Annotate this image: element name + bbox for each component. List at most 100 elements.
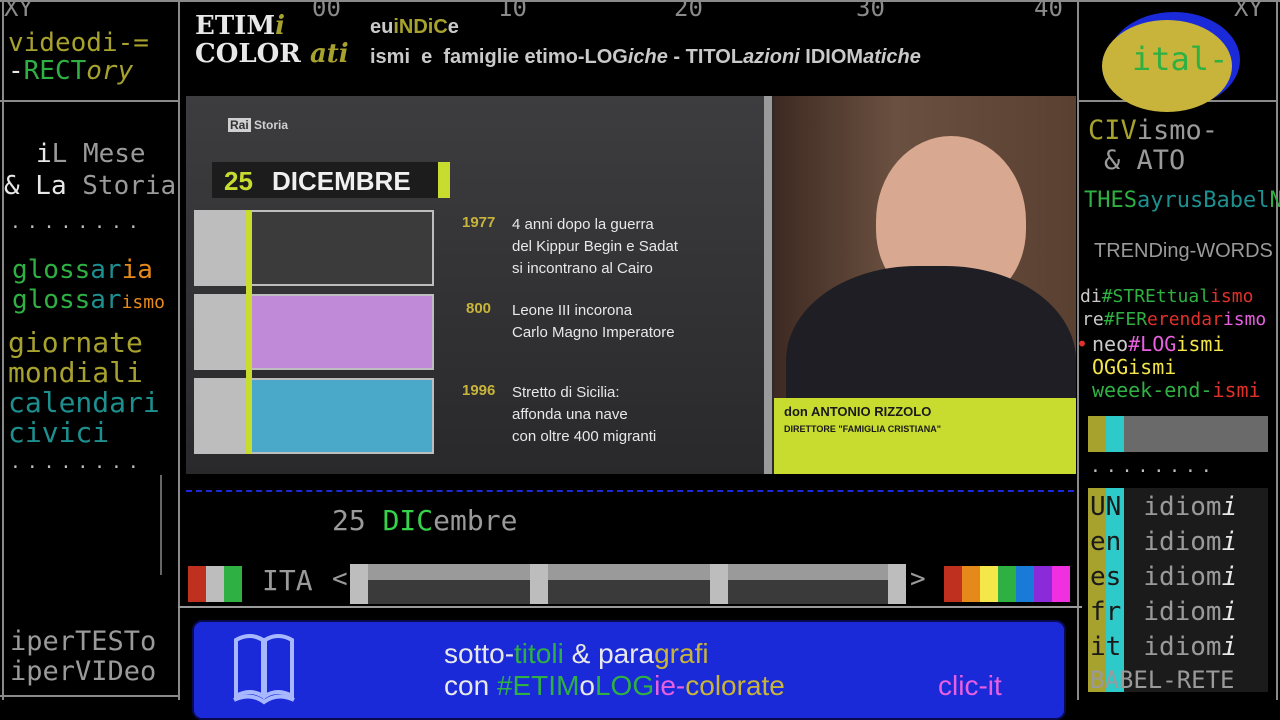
caption-text: DIC [382, 504, 434, 537]
glossarismo-link[interactable]: glossarismo [12, 285, 165, 315]
text-segment: colorate [685, 670, 785, 701]
video-frame[interactable]: Rai Storia 25 DICEMBRE 1977 4 anni dopo … [186, 96, 1076, 474]
ruler-mark: 20 [674, 0, 703, 22]
text-segment: Babel [1203, 188, 1270, 213]
thesaurus-link[interactable]: THESayrusBabelNet [1084, 188, 1280, 213]
videodirectory-link[interactable]: videodi-= -RECTory [8, 28, 149, 86]
text-segment: ismi [1212, 378, 1261, 402]
ital-badge[interactable]: ital- [1100, 10, 1240, 112]
idiom-item[interactable]: es idiomi [1090, 562, 1270, 596]
idiom-word: idiom [1143, 562, 1222, 592]
idiom-word: idiom [1143, 527, 1222, 557]
ipertesto-link[interactable]: iperTESTo [10, 626, 156, 657]
civismo-link[interactable]: CIVismo- & ATO [1088, 116, 1218, 176]
flag-white [206, 566, 224, 602]
subtitles-banner[interactable]: sotto-titoli & paragrafi con #ETIMoLOGie… [192, 620, 1066, 720]
mese-storia-link[interactable]: iL Mese & La Storia [4, 138, 176, 202]
event-text: Leone III incorona Carlo Magno Imperator… [512, 302, 675, 341]
clic-it-button[interactable]: clic-it [938, 670, 1002, 702]
text-segment: atiche [863, 46, 921, 68]
giornate-link[interactable]: giornate [8, 326, 143, 359]
thumb-accent [246, 210, 252, 454]
idiom-code: en [1090, 527, 1122, 557]
language-selector[interactable]: ITA [262, 564, 313, 597]
text-segment: di [1080, 286, 1102, 307]
euindice-link[interactable]: euiNDiCe [370, 16, 459, 39]
guest-role: DIRETTORE "FAMIGLIA CRISTIANA" [784, 424, 942, 434]
event-text: Stretto di Sicilia: affonda una nave con… [512, 384, 657, 445]
glossaria-link[interactable]: glossaria [12, 255, 153, 285]
idiom-item[interactable]: en idiomi [1090, 527, 1270, 561]
guest-name: don ANTONIO RIZZOLO [784, 404, 932, 419]
event-year: 800 [466, 300, 492, 317]
palette-cell [944, 566, 962, 602]
logo-text: ati [309, 39, 349, 69]
caption-text: 25 [332, 504, 383, 537]
text-segment: neo [1092, 332, 1129, 356]
channel-logo: Rai Storia [228, 118, 289, 132]
ruler-xy-left: XY [4, 0, 33, 22]
idiom-suffix: i [1221, 597, 1238, 627]
hashtag-item[interactable]: OGGismi [1092, 355, 1176, 379]
idiom-suffix: i [1221, 527, 1238, 557]
hashtag-item[interactable]: •di#STREttualismo [1064, 286, 1253, 307]
hashtag-item[interactable]: • neo#LOGismi [1076, 332, 1224, 356]
channel-name: Storia [250, 118, 289, 132]
idiom-item[interactable]: it idiomi [1090, 632, 1270, 666]
text-segment: weeek-end- [1092, 378, 1213, 402]
text-segment: iche [627, 46, 668, 68]
civici-link[interactable]: civici [8, 416, 109, 449]
date-day: 25 [224, 166, 253, 196]
idiom-code: fr [1090, 597, 1122, 627]
logo-text: COLOR [195, 39, 301, 69]
text-segment: - TITOL [667, 46, 744, 68]
timeline-marker [350, 564, 368, 604]
hashtag-item[interactable]: weeek-end-ismi [1092, 378, 1261, 402]
link-text: iNDiC [393, 16, 448, 38]
thumb-image [246, 212, 432, 284]
text-segment: Net [1269, 188, 1280, 213]
trending-words-link[interactable]: TRENDing-WORDS [1094, 240, 1273, 263]
mondiali-link[interactable]: mondiali [8, 356, 143, 389]
prev-button[interactable]: < [332, 564, 348, 594]
ipervideo-link[interactable]: iperVIDeo [10, 656, 156, 687]
calendari-link[interactable]: calendari [8, 386, 160, 419]
flag-green [224, 566, 242, 602]
thumb-image [246, 296, 432, 368]
idiom-word: idiom [1143, 492, 1222, 522]
link-text: eu [370, 16, 394, 38]
timeline-marker [888, 564, 906, 604]
text-segment: HES [1097, 188, 1137, 213]
link-text: i [36, 139, 52, 169]
idiom-item[interactable]: fr idiomi [1090, 597, 1270, 631]
link-text: ory [86, 56, 134, 86]
thumb-image [246, 380, 432, 452]
text-segment: T [1084, 188, 1098, 213]
text-segment: re [1082, 309, 1104, 330]
link-text: & La [4, 171, 83, 201]
etimologiche-link[interactable]: ismi e famiglie etimo-LOGiche - TITOLazi… [370, 46, 921, 69]
text-segment: #ETIM [496, 670, 580, 701]
etimi-logo[interactable]: ETIMi COLOR ati [195, 12, 349, 68]
palette-cell [1052, 566, 1070, 602]
logo-text: ETIM [195, 11, 276, 41]
frame-bottom [0, 695, 180, 697]
hashtag-item[interactable]: •re#FERerendarismo [1066, 309, 1267, 330]
strip-cell [1088, 416, 1106, 452]
text-segment: ismo [1222, 309, 1267, 330]
palette-cell [998, 566, 1016, 602]
link-text: RECT [23, 56, 87, 86]
timeline-scrubber[interactable] [350, 564, 906, 604]
text-segment: #LOG [1128, 332, 1177, 356]
text-segment: ie- [654, 670, 686, 701]
text-segment: titoli [514, 638, 564, 669]
babel-rete-link[interactable]: BABEL-RETE [1090, 666, 1235, 694]
link-text: ia [121, 255, 153, 285]
text-segment: ayrus [1137, 188, 1204, 213]
next-button[interactable]: > [910, 564, 926, 594]
frame-top [0, 0, 1280, 2]
separator-dots: ........ [10, 212, 145, 233]
idiom-item[interactable]: UN idiomi [1090, 492, 1270, 526]
text-segment: OGG [1092, 355, 1129, 379]
text-segment: o [579, 670, 595, 701]
